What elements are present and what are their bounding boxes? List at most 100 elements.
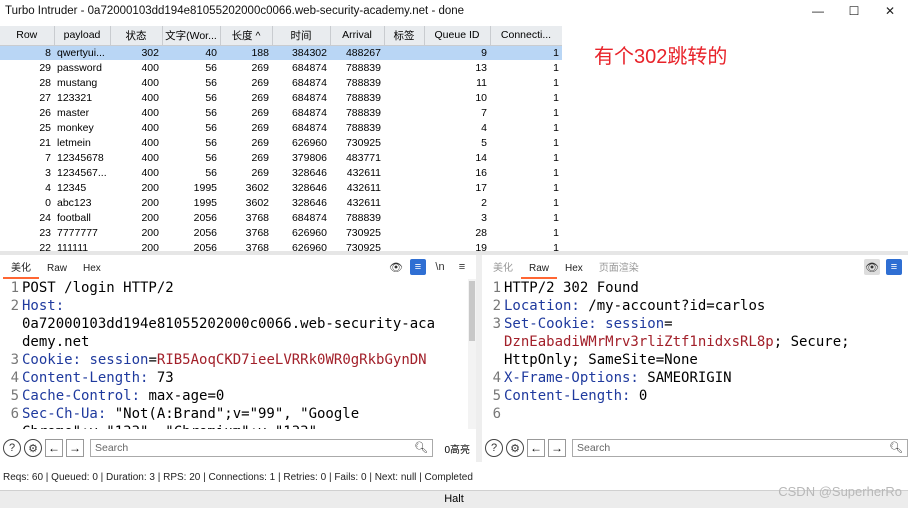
table-cell: 1	[553, 211, 559, 224]
column-header[interactable]: payload	[54, 26, 111, 46]
search-icon: 🔍︎	[414, 442, 428, 454]
table-row[interactable]: 27 123321 400 56 269 684874 788839 10 1	[0, 90, 562, 105]
response-editor[interactable]: 1 HTTP/2 302 Found 2 Location: /my-account?…	[482, 279, 900, 429]
table-cell: 19	[475, 241, 487, 252]
hide-icon[interactable]: 👁	[864, 259, 880, 275]
table-cell: 10	[475, 91, 487, 104]
table-cell	[384, 180, 424, 195]
help-icon[interactable]: ?	[3, 439, 21, 457]
hide-icon[interactable]: 👁	[388, 259, 404, 275]
column-header[interactable]: 时间	[272, 26, 331, 46]
table-cell: 432611	[346, 196, 381, 209]
code-token: POST /login HTTP/2	[22, 280, 174, 296]
table-header: Row payload 状态 文字(Wor... 长度 ^ 时间 Arrival 标签 Queu…	[0, 26, 562, 46]
table-row[interactable]: 0 abc123 200 1995 3602 328646 432611 2 1	[0, 195, 562, 210]
prev-match-button[interactable]: ←	[45, 439, 63, 457]
table-cell: 200	[141, 226, 159, 239]
table-cell	[384, 165, 424, 180]
table-cell: 2056	[193, 241, 217, 252]
table-row[interactable]: 4 12345 200 1995 3602 328646 432611 17 1	[0, 180, 562, 195]
table-row[interactable]: 23 7777777 200 2056 3768 626960 730925 28 1	[0, 225, 562, 240]
column-header[interactable]: 长度 ^	[220, 26, 273, 46]
table-row[interactable]: 3 1234567... 400 56 269 328646 432611 16 1	[0, 165, 562, 180]
table-cell: monkey	[57, 121, 94, 134]
close-button[interactable]: ✕	[872, 0, 908, 22]
tab-hex[interactable]: Hex	[75, 259, 109, 279]
search-placeholder: Search	[577, 442, 611, 454]
editor-line: 6	[482, 405, 900, 423]
halt-button[interactable]: Halt	[0, 490, 908, 508]
column-header[interactable]: Row	[0, 26, 55, 46]
response-search-input[interactable]: Search 🔍︎	[572, 439, 908, 457]
next-match-button[interactable]: →	[548, 439, 566, 457]
prev-match-button[interactable]: ←	[527, 439, 545, 457]
tab-pretty[interactable]: 美化	[485, 259, 521, 279]
line-code: Location: /my-account?id=carlos	[504, 297, 765, 315]
code-token: max-age=0	[148, 388, 225, 404]
maximize-button[interactable]: ☐	[836, 0, 872, 22]
line-number: 5	[10, 388, 19, 404]
help-icon[interactable]: ?	[485, 439, 503, 457]
request-scroll-thumb[interactable]	[469, 281, 475, 341]
table-cell: 1995	[193, 196, 217, 209]
status-line: Reqs: 60 | Queued: 0 | Duration: 3 | RPS…	[3, 472, 473, 483]
table-row[interactable]: 8 qwertyui... 302 40 188 384302 488267 9 1	[0, 45, 562, 60]
table-cell: 788839	[345, 61, 381, 74]
line-code: demy.net	[22, 333, 89, 351]
newline-icon[interactable]: \n	[432, 259, 448, 275]
code-token: 0a72000103dd194e81055202000c0066.web-sec…	[22, 316, 436, 332]
table-row[interactable]: 26 master 400 56 269 684874 788839 7 1	[0, 105, 562, 120]
table-scrollbar[interactable]	[562, 26, 568, 251]
list-icon[interactable]: ≡	[410, 259, 426, 275]
response-tabs: 美化 Raw Hex 页面渲染 👁 ≡	[482, 255, 908, 279]
table-row[interactable]: 21 letmein 400 56 269 626960 730925 5 1	[0, 135, 562, 150]
list-icon[interactable]: ≡	[886, 259, 902, 275]
table-cell: 7	[481, 106, 487, 119]
table-cell: 269	[251, 151, 269, 164]
gear-icon[interactable]: ⚙	[24, 439, 42, 457]
table-row[interactable]: 24 football 200 2056 3768 684874 788839 3 1	[0, 210, 562, 225]
line-number: 2	[10, 298, 19, 314]
column-header[interactable]: 状态	[110, 26, 163, 46]
code-token: =	[664, 316, 673, 332]
table-row[interactable]: 7 12345678 400 56 269 379806 483771 14 1	[0, 150, 562, 165]
table-cell: 3	[481, 211, 487, 224]
table-row[interactable]: 28 mustang 400 56 269 684874 788839 11 1	[0, 75, 562, 90]
table-cell	[384, 45, 424, 60]
table-cell: 788839	[345, 106, 381, 119]
request-editor[interactable]: 1 POST /login HTTP/2 2 Host: 0a72000103dd194…	[0, 279, 468, 429]
table-cell: 1	[553, 226, 559, 239]
request-scrollbar[interactable]	[468, 279, 476, 429]
tab-pretty[interactable]: 美化	[3, 259, 39, 279]
table-cell: 28	[475, 226, 487, 239]
table-cell: 379806	[291, 151, 327, 164]
table-cell: qwertyui...	[54, 45, 110, 60]
watermark: CSDN @SuperherRo	[778, 484, 902, 499]
column-header[interactable]: 标签	[384, 26, 425, 46]
tab-hex[interactable]: Hex	[557, 259, 591, 279]
menu-icon[interactable]: ≡	[454, 259, 470, 275]
gear-icon[interactable]: ⚙	[506, 439, 524, 457]
column-header[interactable]: Connecti...	[490, 26, 562, 46]
table-cell: 1	[553, 136, 559, 149]
column-header[interactable]: 文字(Wor...	[162, 26, 221, 46]
table-cell: 2	[481, 196, 487, 209]
window-controls: — ☐ ✕	[800, 0, 908, 22]
column-header[interactable]: Arrival	[330, 26, 385, 46]
request-search-input[interactable]: Search 🔍︎	[90, 439, 433, 457]
tab-render[interactable]: 页面渲染	[591, 259, 647, 279]
column-header[interactable]: Queue ID	[424, 26, 491, 46]
table-cell: 400	[141, 136, 159, 149]
next-match-button[interactable]: →	[66, 439, 84, 457]
table-cell: 788839	[345, 76, 381, 89]
tab-raw[interactable]: Raw	[39, 259, 75, 279]
tab-raw[interactable]: Raw	[521, 259, 558, 279]
editor-line: 5 Cache-Control: max-age=0	[0, 387, 468, 405]
table-row[interactable]: 29 password 400 56 269 684874 788839 13 1	[0, 60, 562, 75]
table-row[interactable]: 25 monkey 400 56 269 684874 788839 4 1	[0, 120, 562, 135]
table-row[interactable]: 22 111111 200 2056 3768 626960 730925 19 1	[0, 240, 562, 252]
code-token: demy.net	[22, 334, 90, 350]
table-cell: 400	[141, 61, 159, 74]
line-code: HttpOnly; SameSite=None	[504, 351, 698, 369]
minimize-button[interactable]: —	[800, 0, 836, 22]
